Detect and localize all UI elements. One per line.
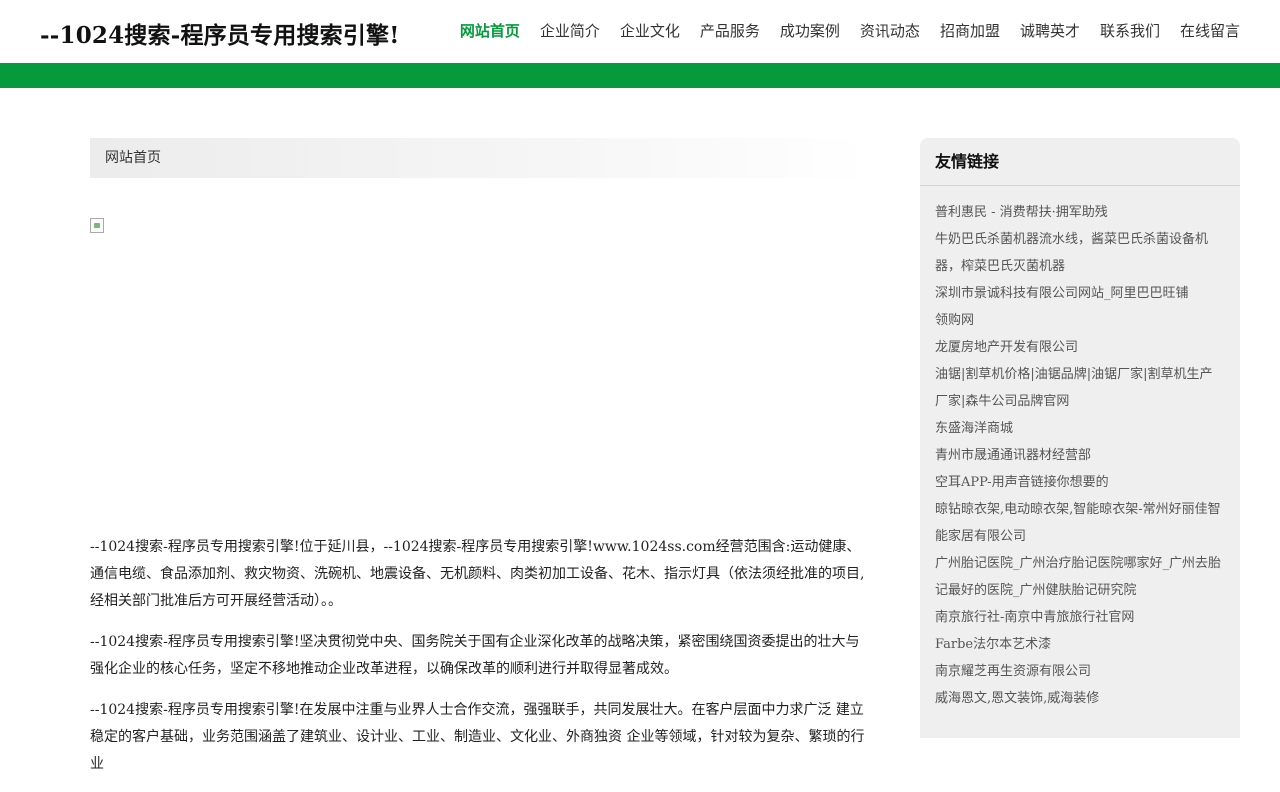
nav-item-careers[interactable]: 诚聘英才 <box>1020 20 1080 41</box>
site-header: --1024搜索-程序员专用搜索引擎! 网站首页 企业简介 企业文化 产品服务 … <box>0 0 1280 63</box>
friend-links-sidebar: 友情链接 普利惠民 - 消费帮扶·拥军助残 牛奶巴氏杀菌机器流水线，酱菜巴氏杀菌… <box>920 138 1240 738</box>
friend-link[interactable]: 南京旅行社-南京中青旅旅行社官网 <box>935 604 1225 631</box>
friend-link[interactable]: 青州市晟通通讯器材经营部 <box>935 442 1225 469</box>
nav-item-news[interactable]: 资讯动态 <box>860 20 920 41</box>
friend-link[interactable]: 龙厦房地产开发有限公司 <box>935 334 1225 361</box>
article-paragraph: --1024搜索-程序员专用搜索引擎!在发展中注重与业界人士合作交流，强强联手，… <box>90 702 865 772</box>
nav-item-products[interactable]: 产品服务 <box>700 20 760 41</box>
site-title[interactable]: --1024搜索-程序员专用搜索引擎! <box>40 16 400 50</box>
friend-link[interactable]: 威海恩文,恩文装饰,威海装修 <box>935 685 1225 712</box>
article-paragraph: --1024搜索-程序员专用搜索引擎!坚决贯彻党中央、国务院关于国有企业深化改革… <box>90 634 860 677</box>
nav-item-franchise[interactable]: 招商加盟 <box>940 20 1000 41</box>
broken-image-icon <box>90 218 104 233</box>
friend-link[interactable]: 晾钻晾衣架,电动晾衣架,智能晾衣架-常州好丽佳智能家居有限公司 <box>935 496 1225 550</box>
article-paragraph: --1024搜索-程序员专用搜索引擎!位于延川县，--1024搜索-程序员专用搜… <box>90 539 865 609</box>
main-content: 网站首页 --1024搜索-程序员专用搜索引擎!位于延川县，--1024搜索-程… <box>90 138 870 792</box>
breadcrumb: 网站首页 <box>90 138 870 178</box>
friend-link[interactable]: 南京耀芝再生资源有限公司 <box>935 658 1225 685</box>
green-banner-band <box>0 63 1280 88</box>
friend-link[interactable]: 深圳市景诚科技有限公司网站_阿里巴巴旺铺 <box>935 280 1225 307</box>
friend-link[interactable]: Farbe法尔本艺术漆 <box>935 631 1225 658</box>
friend-link[interactable]: 领购网 <box>935 307 1225 334</box>
nav-item-message[interactable]: 在线留言 <box>1180 20 1240 41</box>
nav-item-home[interactable]: 网站首页 <box>460 20 520 41</box>
friend-link[interactable]: 空耳APP-用声音链接你想要的 <box>935 469 1225 496</box>
friend-link[interactable]: 普利惠民 - 消费帮扶·拥军助残 <box>935 199 1225 226</box>
article-body: --1024搜索-程序员专用搜索引擎!位于延川县，--1024搜索-程序员专用搜… <box>90 534 870 778</box>
friend-links-list: 普利惠民 - 消费帮扶·拥军助残 牛奶巴氏杀菌机器流水线，酱菜巴氏杀菌设备机器，… <box>920 186 1240 712</box>
friend-link[interactable]: 东盛海洋商城 <box>935 415 1225 442</box>
friend-link[interactable]: 油锯|割草机价格|油锯品牌|油锯厂家|割草机生产厂家|森牛公司品牌官网 <box>935 361 1225 415</box>
nav-item-cases[interactable]: 成功案例 <box>780 20 840 41</box>
article-image <box>90 218 870 518</box>
friend-link[interactable]: 广州胎记医院_广州治疗胎记医院哪家好_广州去胎记最好的医院_广州健肤胎记研究院 <box>935 550 1225 604</box>
sidebar-title: 友情链接 <box>920 138 1240 186</box>
nav-item-about[interactable]: 企业简介 <box>540 20 600 41</box>
main-nav: 网站首页 企业简介 企业文化 产品服务 成功案例 资讯动态 招商加盟 诚聘英才 … <box>440 20 1240 41</box>
breadcrumb-home-link[interactable]: 网站首页 <box>105 150 161 166</box>
nav-item-contact[interactable]: 联系我们 <box>1100 20 1160 41</box>
friend-link[interactable]: 牛奶巴氏杀菌机器流水线，酱菜巴氏杀菌设备机器，榨菜巴氏灭菌机器 <box>935 226 1225 280</box>
nav-item-culture[interactable]: 企业文化 <box>620 20 680 41</box>
